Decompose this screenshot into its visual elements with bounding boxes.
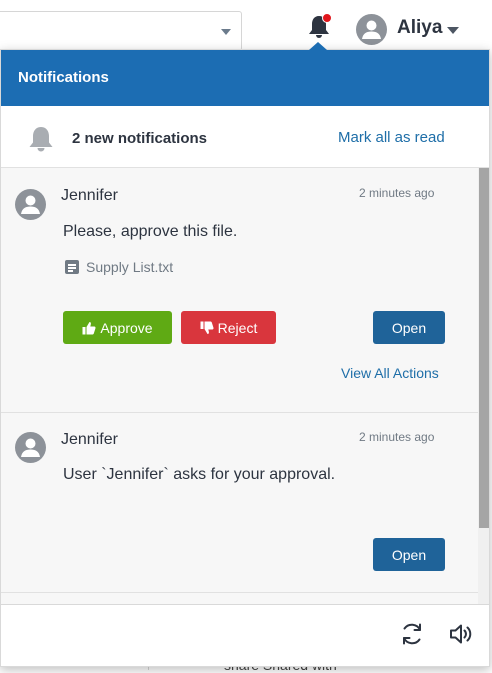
thumbs-down-icon xyxy=(200,321,214,334)
new-notifications-count: 2 new notifications xyxy=(72,130,208,147)
approve-label: Approve xyxy=(100,319,153,336)
scrollbar-thumb[interactable] xyxy=(479,168,489,528)
notifications-panel: Notifications 2 new notifications Mark a… xyxy=(0,49,490,667)
panel-header: Notifications xyxy=(1,50,489,106)
notification-message: Please, approve this file. xyxy=(63,223,238,240)
open-label: Open xyxy=(391,546,427,563)
reject-label: Reject xyxy=(217,319,258,336)
bell-icon xyxy=(29,127,53,152)
approve-button[interactable]: Approve xyxy=(63,311,172,344)
avatar xyxy=(15,189,46,220)
notification-item[interactable]: Jennifer 2 minutes ago User `Jennifer` a… xyxy=(1,413,478,593)
notification-item[interactable]: Jennifer 2 minutes ago Please, approve t… xyxy=(1,168,478,413)
chevron-down-icon xyxy=(221,29,231,35)
open-button[interactable]: Open xyxy=(373,311,445,344)
file-text-icon xyxy=(65,260,79,274)
mark-all-read-link[interactable]: Mark all as read xyxy=(338,129,445,146)
user-avatar-icon xyxy=(362,20,381,39)
notification-sender: Jennifer xyxy=(61,187,118,204)
volume-icon[interactable] xyxy=(448,621,474,647)
notification-message: User `Jennifer` asks for your approval. xyxy=(63,466,336,483)
notification-item[interactable] xyxy=(1,593,478,604)
reject-button[interactable]: Reject xyxy=(181,311,276,344)
user-avatar-icon xyxy=(21,438,40,457)
notification-dot xyxy=(322,13,332,23)
user-avatar-icon xyxy=(21,195,40,214)
view-all-actions-link[interactable]: View All Actions xyxy=(341,365,439,381)
search-dropdown[interactable] xyxy=(0,11,242,51)
notifications-list[interactable]: Jennifer 2 minutes ago Please, approve t… xyxy=(1,168,478,604)
avatar xyxy=(15,432,46,463)
attached-file[interactable]: Supply List.txt xyxy=(65,259,173,275)
user-name[interactable]: Aliya xyxy=(397,17,442,39)
panel-title: Notifications xyxy=(18,69,109,86)
notification-time: 2 minutes ago xyxy=(359,186,435,200)
chevron-down-icon[interactable] xyxy=(447,27,459,34)
thumbs-up-icon xyxy=(82,321,96,334)
panel-footer xyxy=(1,604,489,666)
open-label: Open xyxy=(391,319,427,336)
refresh-icon[interactable] xyxy=(399,621,425,647)
open-button[interactable]: Open xyxy=(373,538,445,571)
notification-time: 2 minutes ago xyxy=(359,430,435,444)
file-name[interactable]: Supply List.txt xyxy=(86,259,173,275)
panel-pointer xyxy=(309,42,327,50)
avatar[interactable] xyxy=(356,14,387,45)
notifications-summary: 2 new notifications Mark all as read xyxy=(1,106,489,168)
notification-sender: Jennifer xyxy=(61,431,118,448)
